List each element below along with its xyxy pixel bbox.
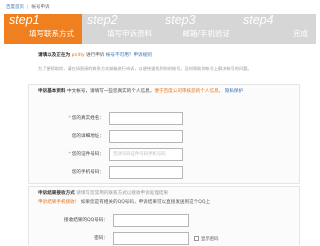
basic-info-prefix: 中文帐号，请填写一些您真实的个人信息， bbox=[67, 89, 155, 94]
breadcrumb-current: 帐号申诉 bbox=[31, 5, 50, 10]
step-4-number: step4 bbox=[243, 14, 274, 27]
step-4: step4 完成 bbox=[238, 14, 316, 44]
result-receive-hint-text: 如果您是有相关的QQ号码，申诉结果可以直接发送到这个QQ上 bbox=[80, 200, 211, 205]
breadcrumb-separator: | bbox=[27, 5, 29, 10]
qq-label: 接收结果的QQ号码： bbox=[64, 218, 108, 223]
result-receive-title: 申诉结果接收方式 bbox=[38, 191, 75, 196]
intro-note: 为了便帮助你，请在如直接的联系方式邮箱进行申诉，以便快速找到你的帐号，及时帮助你… bbox=[38, 66, 252, 71]
step-2-number: step2 bbox=[87, 14, 118, 27]
qq-number-input[interactable] bbox=[113, 214, 189, 227]
id-number-input[interactable]: 无效号码证件号码手机号码 bbox=[109, 148, 183, 161]
phone-label: 您的手机号码： bbox=[71, 170, 104, 175]
form-row-address: 您的详细地址： bbox=[29, 130, 104, 144]
step-1: step1 填写联系方式 bbox=[4, 14, 82, 44]
step-2-label: 填写申诉资料 bbox=[107, 29, 152, 38]
basic-info-header: 申诉基本资料 中文帐号，请填写一些您真实的个人信息，便于百度公司审核您的个人信息… bbox=[38, 88, 243, 94]
form-row-qq: 接收结果的QQ号码： bbox=[29, 214, 108, 228]
result-receive-hint-highlight: 申诉结果手机接收！ bbox=[38, 200, 80, 205]
intro-text: 请填以及正在为 pnitly 进行申诉 帐号不可用？申诉规则 bbox=[38, 53, 298, 59]
password-label: 密码： bbox=[94, 236, 108, 241]
real-name-input[interactable] bbox=[109, 112, 183, 125]
step-2: step2 填写申诉资料 bbox=[82, 14, 160, 44]
step-3-number: step3 bbox=[165, 14, 196, 27]
result-receive-note: 请填写您常用的联系方式以接收申诉处理结果 bbox=[76, 191, 169, 196]
phone-input[interactable] bbox=[109, 166, 183, 179]
password-input[interactable] bbox=[113, 232, 189, 245]
basic-info-highlight: 便于百度公司审核您的个人信息。 bbox=[154, 89, 224, 94]
id-label: *您的证件号码： bbox=[68, 152, 104, 157]
breadcrumb-home-link[interactable]: 百度首页 bbox=[6, 5, 24, 10]
step-1-number: step1 bbox=[9, 14, 40, 27]
result-receive-section: 申诉结果接收方式 请填写您常用的联系方式以接收申诉处理结果 申诉结果手机接收！ … bbox=[28, 186, 300, 245]
intro-middle: 进行申诉 bbox=[86, 53, 105, 58]
step-3-label: 邮箱/手机验证 bbox=[182, 29, 230, 38]
form-row-id: *您的证件号码： bbox=[29, 148, 104, 162]
name-label: *您的真实姓名： bbox=[68, 116, 104, 121]
intro-account: pnitly bbox=[71, 53, 85, 58]
step-1-label: 填写联系方式 bbox=[29, 29, 74, 38]
show-password-checkbox[interactable] bbox=[194, 236, 199, 241]
intro-prefix: 请填以及正在为 bbox=[38, 53, 71, 58]
step-progress-bar: step1 填写联系方式 step2 填写申诉资料 step3 邮箱/手机验证 … bbox=[4, 14, 316, 44]
form-row-password: 密码： bbox=[29, 232, 108, 246]
result-receive-header: 申诉结果接收方式 请填写您常用的联系方式以接收申诉处理结果 bbox=[38, 190, 168, 196]
show-password-label[interactable]: 显示密码 bbox=[201, 236, 219, 242]
result-receive-hint: 申诉结果手机接收！ 如果您是有相关的QQ号码，申诉结果可以直接发送到这个QQ上 bbox=[38, 199, 210, 205]
basic-info-section: 申诉基本资料 中文帐号，请填写一些您真实的个人信息，便于百度公司审核您的个人信息… bbox=[28, 84, 300, 184]
address-label: 您的详细地址： bbox=[71, 134, 104, 139]
basic-info-title: 申诉基本资料 bbox=[38, 89, 66, 94]
breadcrumb: 百度首页 | 帐号申诉 bbox=[6, 4, 50, 10]
form-row-name: *您的真实姓名： bbox=[29, 112, 104, 126]
intro-rules-link[interactable]: 帐号不可用？申诉规则 bbox=[106, 53, 152, 58]
privacy-link[interactable]: 隐私保护 bbox=[225, 89, 243, 94]
form-row-phone: 您的手机号码： bbox=[29, 166, 104, 180]
address-input[interactable] bbox=[109, 130, 183, 143]
step-3: step3 邮箱/手机验证 bbox=[160, 14, 238, 44]
step-4-label: 完成 bbox=[293, 29, 308, 38]
